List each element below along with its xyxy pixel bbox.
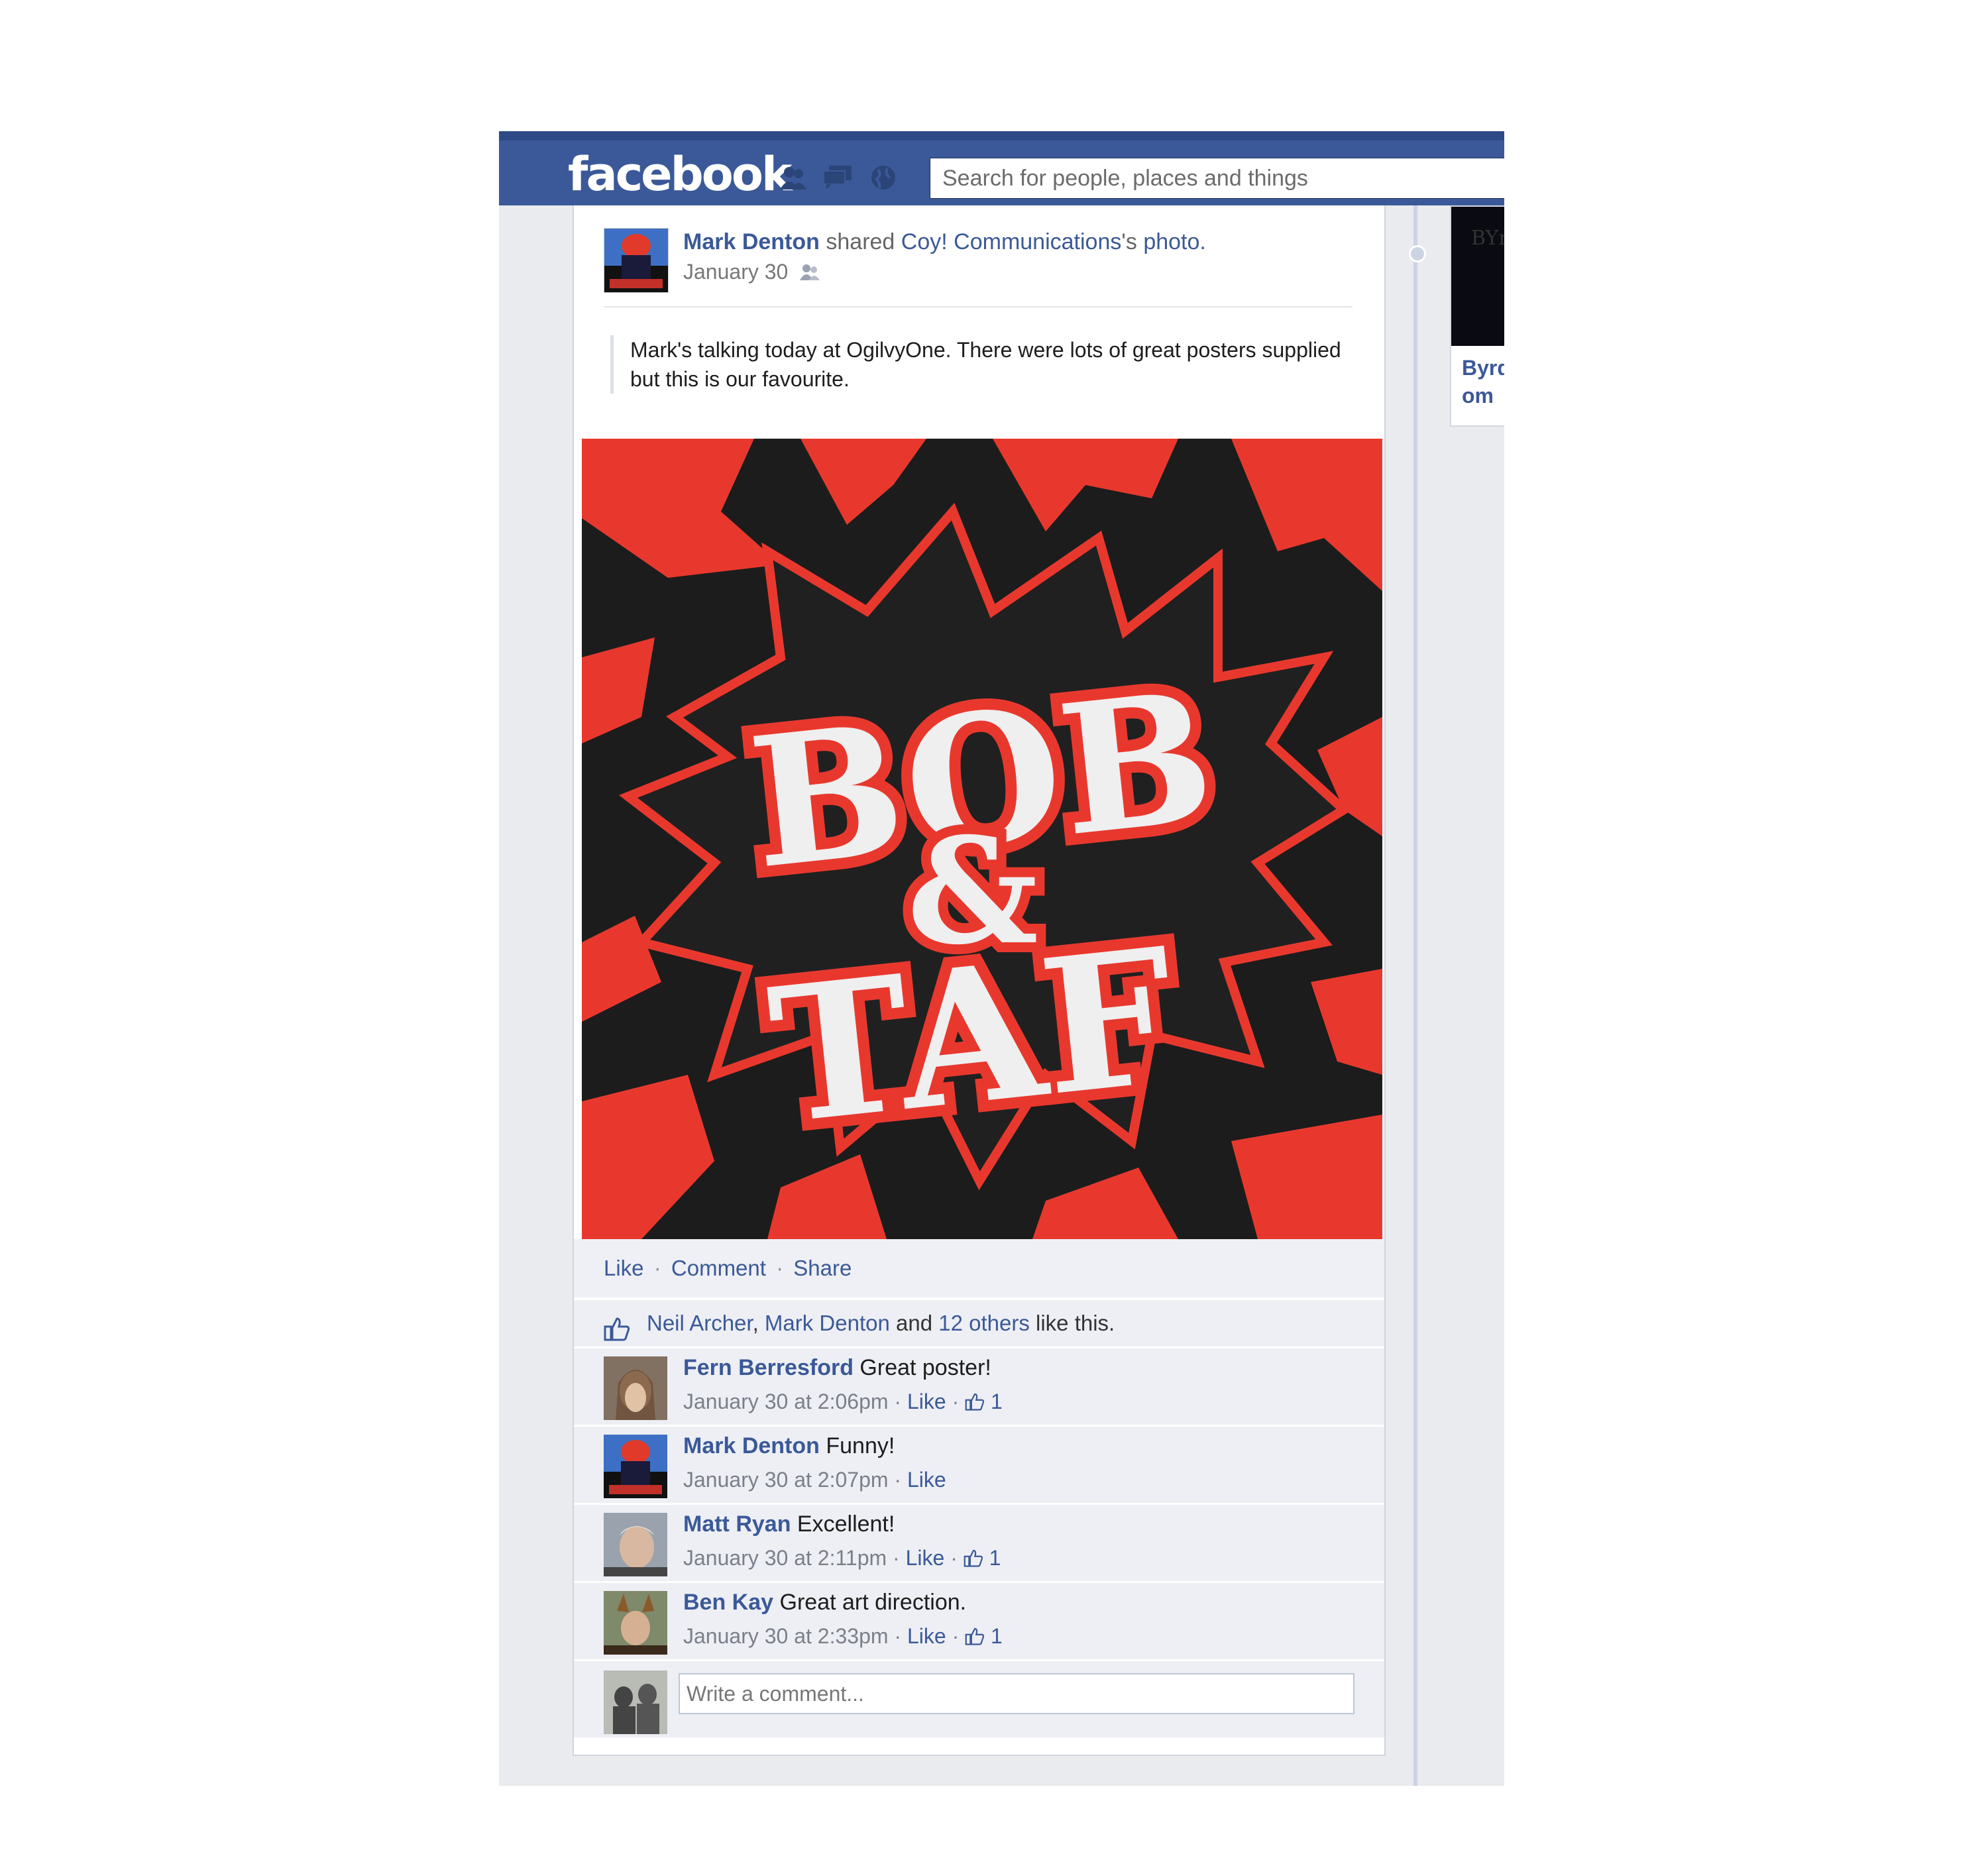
comment-link[interactable]: Comment xyxy=(671,1256,766,1280)
facebook-logo[interactable]: facebook xyxy=(568,147,793,201)
comment-text: Mark Denton Funny! xyxy=(683,1433,895,1459)
liker-link-2[interactable]: Mark Denton xyxy=(765,1311,890,1335)
separator: · xyxy=(894,1624,902,1648)
comment-body: Funny! xyxy=(826,1433,895,1458)
comment-item: Mark Denton Funny! January 30 at 2:07pm … xyxy=(574,1425,1384,1503)
friends-audience-icon[interactable] xyxy=(799,262,820,281)
comment-like-count[interactable]: 1 xyxy=(991,1624,1003,1648)
thumbs-up-icon xyxy=(604,1311,630,1341)
commenter-avatar[interactable] xyxy=(604,1513,667,1576)
search-input[interactable]: Search for people, places and things xyxy=(930,158,1504,199)
notifications-globe-icon[interactable] xyxy=(867,164,899,191)
like-link[interactable]: Like xyxy=(604,1256,644,1280)
comment-item: Matt Ryan Excellent! January 30 at 2:11p… xyxy=(574,1503,1384,1581)
post-photo[interactable]: BOB & TAF xyxy=(582,439,1382,1239)
likes-summary: Neil Archer, Mark Denton and 12 others l… xyxy=(574,1300,1384,1346)
comment-like-link[interactable]: Like xyxy=(906,1546,945,1570)
photo-link[interactable]: photo. xyxy=(1143,229,1206,254)
thumbs-up-icon[interactable] xyxy=(964,1548,983,1567)
bob-and-taf-poster: BOB & TAF xyxy=(582,439,1382,1239)
post-timestamp: January 30 xyxy=(683,260,820,284)
comment-time[interactable]: January 30 at 2:07pm xyxy=(683,1468,889,1492)
liker-link-1[interactable]: Neil Archer xyxy=(647,1311,753,1335)
commenter-name-link[interactable]: Matt Ryan xyxy=(683,1511,791,1537)
separator: · xyxy=(653,1256,661,1280)
comment-like-link[interactable]: Like xyxy=(907,1624,946,1648)
commenter-avatar[interactable] xyxy=(604,1435,667,1498)
comment-time[interactable]: January 30 at 2:06pm xyxy=(683,1390,889,1413)
post-card: Mark Denton shared Coy! Communications's… xyxy=(573,205,1386,1756)
shared-text: shared xyxy=(826,229,895,254)
comment-item: Ben Kay Great art direction. January 30 … xyxy=(574,1581,1384,1659)
post-message: Mark's talking today at OgilvyOne. There… xyxy=(610,335,1366,394)
top-bar: facebook Search for people, places and t… xyxy=(499,131,1504,205)
comment-text: Fern Berresford Great poster! xyxy=(683,1355,991,1381)
comment-time[interactable]: January 30 at 2:33pm xyxy=(683,1624,889,1648)
facebook-window: facebook Search for people, places and t… xyxy=(499,131,1504,1786)
messages-icon[interactable] xyxy=(822,164,854,191)
comment-meta: January 30 at 2:06pm · Like · 1 xyxy=(683,1390,1003,1414)
separator: · xyxy=(776,1256,784,1280)
likes-suffix: like this. xyxy=(1036,1311,1115,1335)
adjacent-story-thumbnail[interactable]: BYr xyxy=(1451,207,1504,346)
post-date[interactable]: January 30 xyxy=(683,260,788,284)
comment-item: Fern Berresford Great poster! January 30… xyxy=(574,1346,1384,1425)
friend-requests-icon[interactable] xyxy=(777,164,809,191)
likes-comma: , xyxy=(752,1311,759,1335)
adjacent-story-name[interactable]: Byrd om xyxy=(1462,354,1504,410)
post-headline: Mark Denton shared Coy! Communications's… xyxy=(683,229,1206,255)
source-page-link[interactable]: Coy! Communications xyxy=(901,229,1122,254)
comment-time[interactable]: January 30 at 2:11pm xyxy=(683,1546,887,1570)
commenter-name-link[interactable]: Mark Denton xyxy=(683,1433,820,1458)
comment-meta: January 30 at 2:07pm · Like xyxy=(683,1468,946,1492)
timeline-spine xyxy=(1413,205,1417,1786)
comment-body: Excellent! xyxy=(797,1511,895,1537)
commenter-avatar[interactable] xyxy=(604,1356,667,1420)
share-link[interactable]: Share xyxy=(793,1256,852,1280)
poster-line-taf: TAF xyxy=(761,907,1185,1166)
commenter-name-link[interactable]: Fern Berresford xyxy=(683,1355,854,1380)
commenter-avatar[interactable] xyxy=(604,1591,667,1655)
separator: · xyxy=(894,1390,902,1413)
comment-body: Great poster! xyxy=(859,1355,991,1380)
header-divider xyxy=(604,306,1353,307)
comment-body: Great art direction. xyxy=(779,1590,967,1615)
source-suffix: 's xyxy=(1121,229,1137,254)
write-comment-input[interactable]: Write a comment... xyxy=(679,1673,1354,1714)
thumbs-up-icon[interactable] xyxy=(965,1392,985,1411)
likes-others-link[interactable]: 12 others xyxy=(938,1311,1030,1335)
comment-like-count[interactable]: 1 xyxy=(991,1390,1003,1413)
thumbs-up-icon[interactable] xyxy=(965,1626,985,1645)
current-user-avatar xyxy=(604,1671,667,1734)
comment-meta: January 30 at 2:33pm · Like · 1 xyxy=(683,1624,1003,1649)
comment-text: Ben Kay Great art direction. xyxy=(683,1590,966,1616)
separator: · xyxy=(952,1390,960,1413)
author-name-link[interactable]: Mark Denton xyxy=(683,229,820,254)
timeline-dot xyxy=(1409,245,1426,262)
comment-text: Matt Ryan Excellent! xyxy=(683,1511,895,1537)
comment-like-link[interactable]: Like xyxy=(907,1390,946,1413)
post-actions-bar: Like · Comment · Share xyxy=(574,1239,1384,1297)
separator: · xyxy=(950,1546,958,1570)
separator: · xyxy=(893,1546,900,1570)
comment-like-count[interactable]: 1 xyxy=(989,1546,1001,1570)
likes-and: and xyxy=(896,1311,933,1335)
comment-meta: January 30 at 2:11pm · Like · 1 xyxy=(683,1546,1001,1570)
author-avatar[interactable] xyxy=(604,228,669,296)
separator: · xyxy=(894,1468,902,1492)
comment-like-link[interactable]: Like xyxy=(907,1468,946,1492)
write-comment-row: Write a comment... xyxy=(574,1659,1384,1737)
adjacent-story-card[interactable]: BYr Byrd om xyxy=(1450,205,1504,427)
commenter-name-link[interactable]: Ben Kay xyxy=(683,1590,773,1615)
separator: · xyxy=(952,1624,960,1648)
